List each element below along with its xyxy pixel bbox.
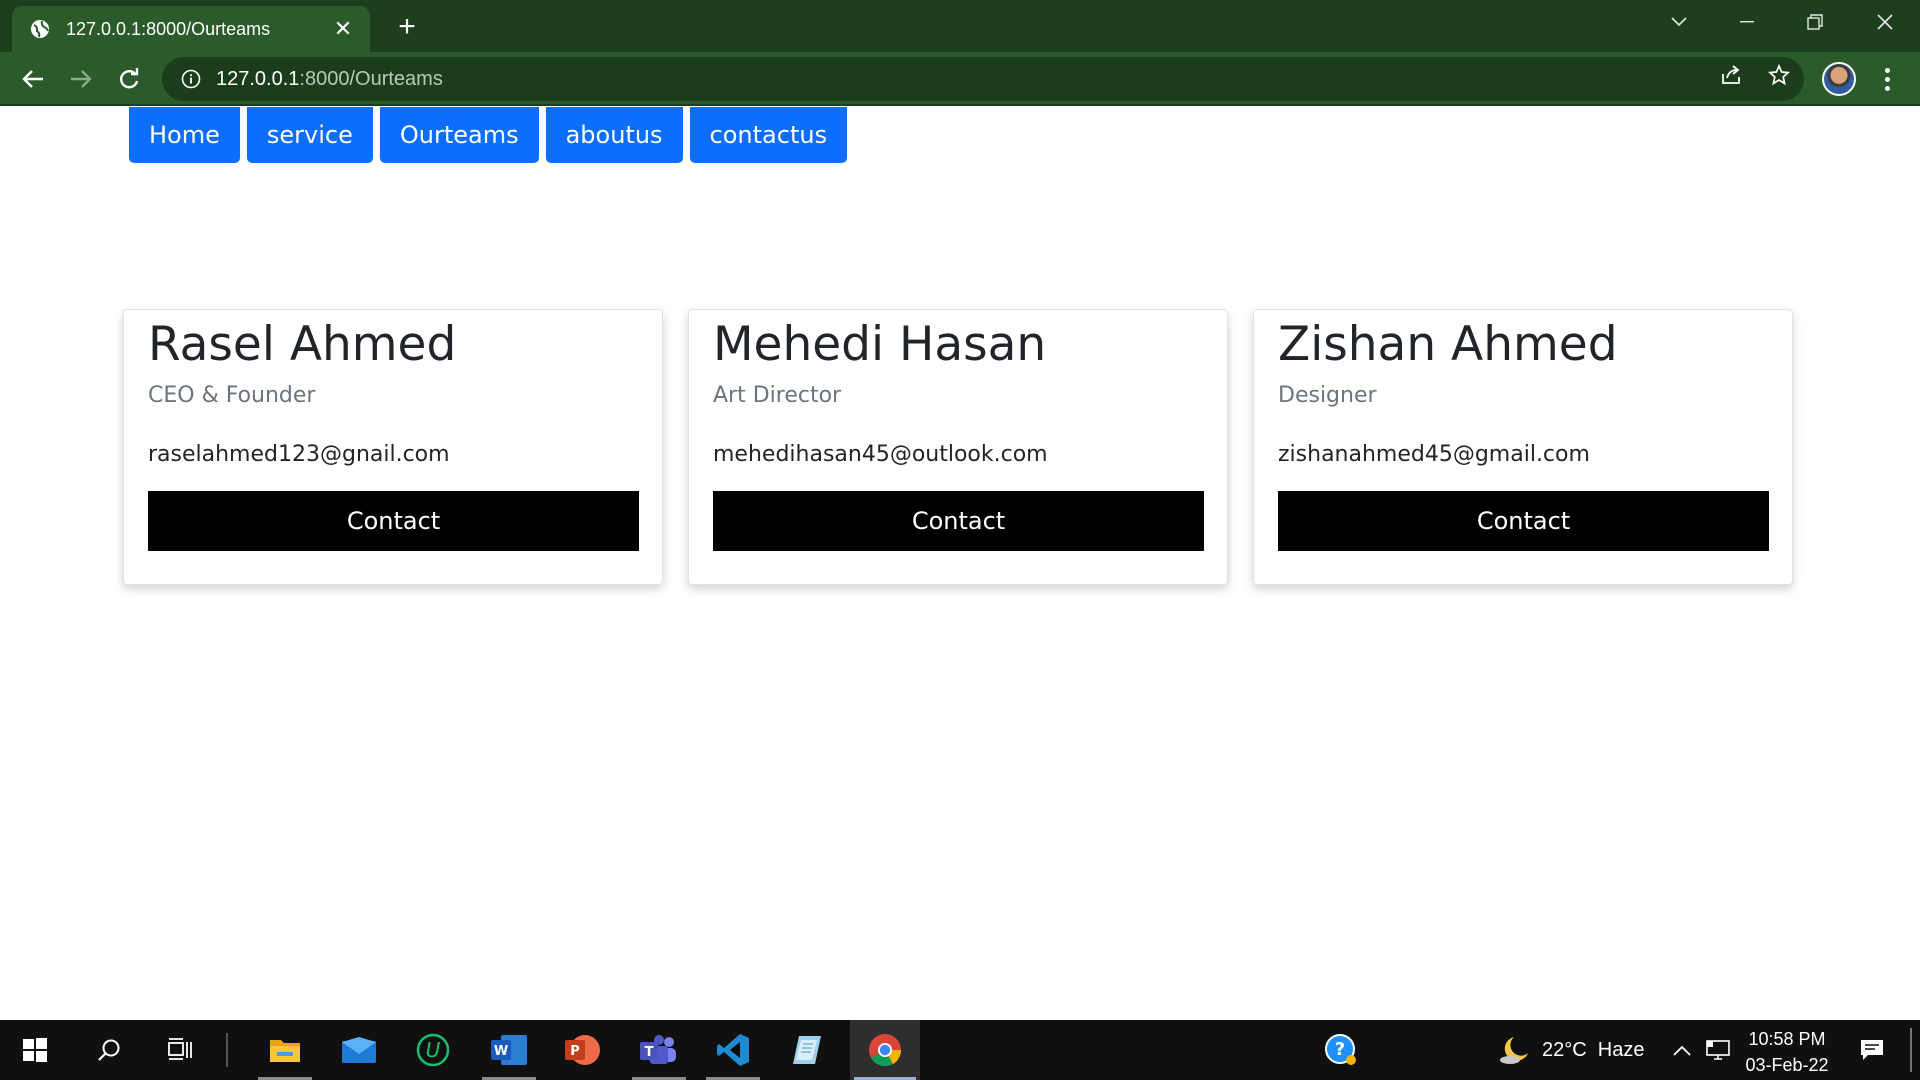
member-name: Zishan Ahmed xyxy=(1278,317,1618,372)
vscode-icon[interactable] xyxy=(702,1020,764,1080)
new-tab-button[interactable]: + xyxy=(390,10,424,44)
file-explorer-icon[interactable] xyxy=(254,1020,316,1080)
reload-icon[interactable] xyxy=(110,60,148,98)
nav-home[interactable]: Home xyxy=(129,107,240,163)
member-email: zishanahmed45@gmail.com xyxy=(1278,442,1590,467)
notepad-icon[interactable] xyxy=(776,1020,838,1080)
nav-aboutus[interactable]: aboutus xyxy=(545,107,683,163)
page-content: Home service Ourteams aboutus contactus … xyxy=(0,107,1920,1020)
word-icon[interactable]: W xyxy=(478,1020,540,1080)
clock-date: 03-Feb-22 xyxy=(1745,1055,1829,1075)
clock-time: 10:58 PM xyxy=(1748,1029,1826,1049)
mail-icon[interactable] xyxy=(328,1020,390,1080)
member-role: Designer xyxy=(1278,383,1377,408)
search-icon[interactable] xyxy=(84,1020,134,1080)
contact-button[interactable]: Contact xyxy=(1278,491,1769,551)
powerpoint-icon[interactable]: P xyxy=(552,1020,614,1080)
notification-icon[interactable] xyxy=(1852,1020,1892,1080)
chevron-up-icon[interactable] xyxy=(1668,1020,1696,1080)
help-icon[interactable]: ? xyxy=(1318,1020,1364,1080)
member-email: raselahmed123@gnail.com xyxy=(148,442,450,467)
team-card: Zishan Ahmed Designer zishanahmed45@gmai… xyxy=(1253,309,1793,585)
show-desktop-button[interactable] xyxy=(1910,1028,1912,1072)
browser-menu-icon[interactable] xyxy=(1872,64,1902,94)
svg-text:?: ? xyxy=(1335,1039,1345,1060)
browser-tab[interactable]: 127.0.0.1:8000/Ourteams ✕ xyxy=(12,6,370,52)
svg-text:T: T xyxy=(645,1045,654,1060)
weather-label: 22°C Haze xyxy=(1542,1038,1645,1061)
back-arrow-icon[interactable] xyxy=(14,60,52,98)
bookmark-star-icon[interactable] xyxy=(1764,60,1794,90)
svg-text:P: P xyxy=(570,1044,580,1059)
tab-title: 127.0.0.1:8000/Ourteams xyxy=(66,18,271,39)
profile-avatar[interactable] xyxy=(1822,62,1856,96)
member-name: Rasel Ahmed xyxy=(148,317,457,372)
info-icon[interactable] xyxy=(180,68,202,90)
teams-icon[interactable]: T xyxy=(628,1020,690,1080)
contact-button[interactable]: Contact xyxy=(713,491,1204,551)
team-card: Mehedi Hasan Art Director mehedihasan45@… xyxy=(688,309,1228,585)
taskbar-divider xyxy=(226,1033,228,1067)
site-nav: Home service Ourteams aboutus contactus xyxy=(129,107,848,163)
globe-icon xyxy=(30,19,50,39)
restore-icon[interactable] xyxy=(1790,0,1840,44)
browser-titlebar: 127.0.0.1:8000/Ourteams ✕ + xyxy=(0,0,1920,52)
weather-moon-icon xyxy=(1496,1020,1536,1080)
chrome-icon[interactable] xyxy=(850,1020,920,1080)
network-icon[interactable] xyxy=(1702,1020,1736,1080)
browser-toolbar: 127.0.0.1:8000/Ourteams xyxy=(0,52,1920,106)
system-clock[interactable]: 10:58 PM 03-Feb-22 xyxy=(1736,1026,1838,1078)
forward-arrow-icon[interactable] xyxy=(62,60,100,98)
nav-ourteams[interactable]: Ourteams xyxy=(379,107,539,163)
windows-start-icon[interactable] xyxy=(10,1020,60,1080)
minimize-icon[interactable] xyxy=(1722,0,1772,44)
nav-contactus[interactable]: contactus xyxy=(689,107,848,163)
url-host: 127.0.0.1 xyxy=(216,67,300,90)
tab-search-icon[interactable] xyxy=(1654,0,1704,44)
close-tab-icon[interactable]: ✕ xyxy=(330,16,356,42)
member-role: CEO & Founder xyxy=(148,383,316,408)
upwork-icon[interactable]: U xyxy=(402,1020,464,1080)
member-email: mehedihasan45@outlook.com xyxy=(713,442,1048,467)
task-view-icon[interactable] xyxy=(156,1020,206,1080)
team-cards: Rasel Ahmed CEO & Founder raselahmed123@… xyxy=(123,309,1793,585)
svg-text:W: W xyxy=(494,1044,508,1059)
close-window-icon[interactable] xyxy=(1860,0,1910,44)
contact-button[interactable]: Contact xyxy=(148,491,639,551)
weather-text[interactable]: 22°C Haze xyxy=(1542,1020,1652,1080)
member-role: Art Director xyxy=(713,383,842,408)
address-bar[interactable]: 127.0.0.1:8000/Ourteams xyxy=(162,57,1804,101)
member-name: Mehedi Hasan xyxy=(713,317,1047,372)
share-icon[interactable] xyxy=(1716,60,1746,90)
svg-text:U: U xyxy=(426,1038,441,1062)
team-card: Rasel Ahmed CEO & Founder raselahmed123@… xyxy=(123,309,663,585)
url-path: :8000/Ourteams xyxy=(299,67,443,90)
windows-taskbar: U W P T ? 22°C Haze 10:58 PM 03-Feb-22 xyxy=(0,1020,1920,1080)
nav-service[interactable]: service xyxy=(246,107,373,163)
